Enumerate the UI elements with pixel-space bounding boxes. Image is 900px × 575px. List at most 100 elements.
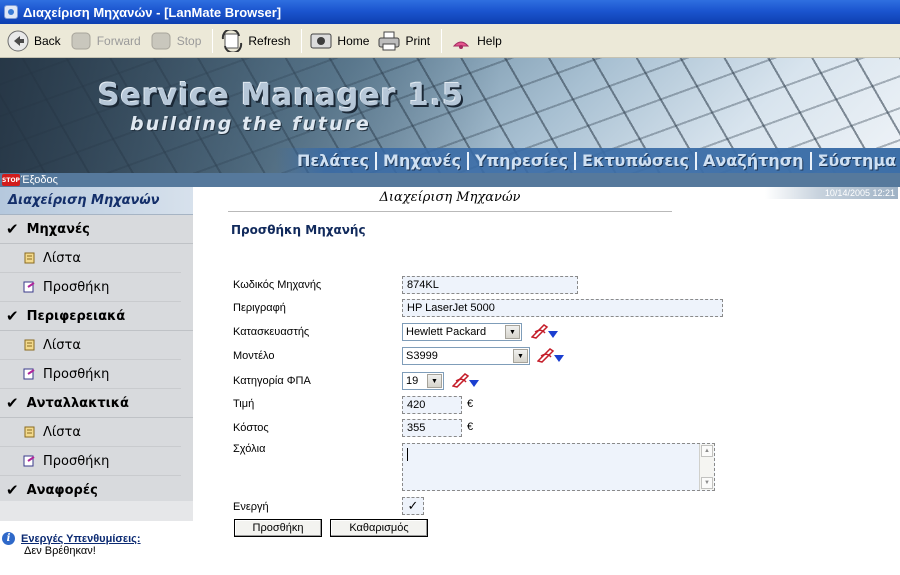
item-label: Προσθήκη [43, 453, 110, 469]
stop-icon [149, 29, 173, 53]
back-label: Back [34, 33, 61, 48]
nav-separator [466, 151, 469, 170]
sidebar-header: Διαχείριση Μηχανών [0, 187, 193, 215]
sidebar-item-spare-parts-add[interactable]: Προσθήκη [0, 447, 181, 476]
add-button[interactable]: Προσθήκη [234, 519, 322, 537]
brand-title: Service Manager 1.5 [98, 78, 465, 113]
model-label: Μοντέλο [233, 350, 275, 362]
vat-label: Κατηγορία ΦΠΑ [233, 375, 311, 387]
price-input[interactable]: 420 [402, 396, 462, 414]
add-document-icon [22, 280, 36, 294]
nav-separator [574, 151, 577, 170]
reminders-link[interactable]: Ενεργές Υπενθυμίσεις: [21, 533, 141, 545]
text-caret [407, 448, 408, 461]
window-titlebar: Διαχείριση Μηχανών - [LanMate Browser] [0, 0, 900, 24]
stop-sign-icon[interactable]: STOP [2, 174, 20, 186]
cost-label: Κόστος [233, 422, 269, 434]
checkmark-icon: ✓ [407, 498, 419, 513]
comments-label: Σχόλια [233, 443, 266, 455]
section-title: Προσθήκη Μηχανής [231, 223, 366, 237]
exit-link[interactable]: Έξοδος [21, 174, 58, 186]
sidebar-item-spare-parts-list[interactable]: Λίστα [0, 418, 181, 447]
manufacturer-select[interactable]: Hewlett Packard ▼ [402, 323, 522, 341]
sidebar-section-peripherals[interactable]: ✔ Περιφερειακά [0, 302, 193, 331]
nav-separator [809, 151, 812, 170]
sidebar-item-machines-list[interactable]: Λίστα [0, 244, 181, 273]
scroll-list-icon [22, 251, 36, 265]
page-title: Διαχείριση Μηχανών [228, 190, 672, 212]
nav-services[interactable]: Υπηρεσίες [475, 151, 568, 170]
nav-customers[interactable]: Πελάτες [297, 151, 369, 170]
chevron-down-icon[interactable]: ▼ [427, 374, 442, 388]
refresh-label: Refresh [248, 33, 291, 48]
checkmark-icon: ✔ [6, 307, 19, 325]
help-button[interactable]: Help [447, 27, 508, 55]
description-input[interactable]: HP LaserJet 5000 [402, 299, 723, 317]
home-button[interactable]: Home [307, 27, 375, 55]
toolbar-separator [441, 28, 443, 53]
help-icon [449, 29, 473, 53]
sidebar-section-spare-parts[interactable]: ✔ Ανταλλακτικά [0, 389, 193, 418]
toolbar-separator [212, 28, 214, 53]
edit-manufacturers-icon[interactable] [530, 323, 559, 339]
item-label: Λίστα [43, 250, 81, 266]
edit-models-icon[interactable] [536, 347, 565, 363]
reminders-panel: i Ενεργές Υπενθυμίσεις: Δεν Βρέθηκαν! [2, 532, 192, 557]
current-datetime: 10/14/2005 12:21 [764, 187, 898, 199]
forward-label: Forward [96, 33, 141, 48]
model-value: S3999 [406, 350, 438, 362]
scroll-up-icon[interactable]: ▲ [701, 445, 713, 457]
browser-app-icon [4, 5, 18, 19]
refresh-button[interactable]: Refresh [218, 27, 296, 55]
nav-machines[interactable]: Μηχανές [383, 151, 461, 170]
manufacturer-label: Κατασκευαστής [233, 326, 310, 338]
item-label: Προσθήκη [43, 366, 110, 382]
sidebar-footer [0, 501, 193, 521]
description-label: Περιγραφή [233, 302, 286, 314]
manufacturer-value: Hewlett Packard [406, 326, 487, 338]
nav-prints[interactable]: Εκτυπώσεις [582, 151, 689, 170]
main-nav: Πελάτες Μηχανές Υπηρεσίες Εκτυπώσεις Ανα… [275, 148, 900, 173]
back-button[interactable]: Back [4, 27, 67, 55]
printer-icon [377, 29, 401, 53]
textarea-scrollbar[interactable]: ▲ ▼ [699, 444, 714, 490]
item-label: Προσθήκη [43, 279, 110, 295]
section-label: Περιφερειακά [26, 308, 126, 324]
sidebar-item-machines-add[interactable]: Προσθήκη [0, 273, 181, 302]
exit-bar: STOP Έξοδος [0, 173, 900, 187]
checkmark-icon: ✔ [6, 394, 19, 412]
sidebar-section-machines[interactable]: ✔ Μηχανές [0, 215, 193, 244]
section-label: Αναφορές [26, 482, 98, 498]
comments-textarea[interactable]: ▲ ▼ [402, 443, 715, 491]
active-checkbox[interactable]: ✓ [402, 497, 424, 515]
sidebar-item-peripherals-list[interactable]: Λίστα [0, 331, 181, 360]
info-icon: i [2, 532, 15, 545]
scroll-down-icon[interactable]: ▼ [701, 477, 713, 489]
nav-search[interactable]: Αναζήτηση [703, 151, 804, 170]
active-label: Ενεργή [233, 501, 269, 513]
stop-button[interactable]: Stop [147, 27, 208, 55]
section-label: Μηχανές [26, 221, 90, 237]
nav-system[interactable]: Σύστημα [818, 151, 897, 170]
forward-icon [69, 29, 93, 53]
help-label: Help [477, 33, 502, 48]
nav-separator [694, 151, 697, 170]
model-select[interactable]: S3999 ▼ [402, 347, 530, 365]
cost-input[interactable]: 355 [402, 419, 462, 437]
window-title: Διαχείριση Μηχανών - [LanMate Browser] [23, 4, 282, 20]
machine-code-input[interactable]: 874KL [402, 276, 578, 294]
print-button[interactable]: Print [375, 27, 436, 55]
code-label: Κωδικός Μηχανής [233, 279, 322, 291]
refresh-icon [220, 29, 244, 53]
checkmark-icon: ✔ [6, 220, 19, 238]
item-label: Λίστα [43, 337, 81, 353]
forward-button[interactable]: Forward [67, 27, 147, 55]
chevron-down-icon[interactable]: ▼ [505, 325, 520, 339]
chevron-down-icon[interactable]: ▼ [513, 349, 528, 363]
clear-button[interactable]: Καθαρισμός [330, 519, 428, 537]
add-document-icon [22, 367, 36, 381]
vat-select[interactable]: 19 ▼ [402, 372, 444, 390]
stop-label: Stop [176, 33, 202, 48]
sidebar-item-peripherals-add[interactable]: Προσθήκη [0, 360, 181, 389]
edit-vat-icon[interactable] [451, 372, 480, 388]
